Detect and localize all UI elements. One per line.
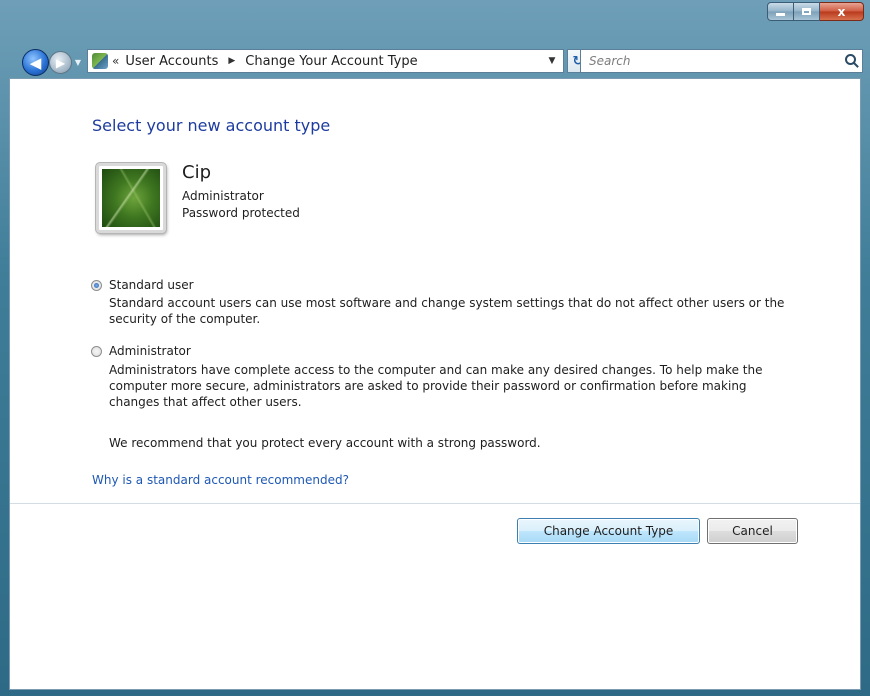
recent-pages-button[interactable]: ▼ [73, 56, 83, 68]
caption-buttons: x [767, 2, 864, 22]
search-icon[interactable] [842, 51, 862, 71]
radio-selected-dot [94, 282, 99, 288]
maximize-button[interactable] [794, 2, 820, 21]
administrator-description: Administrators have complete access to t… [109, 363, 763, 409]
password-recommendation: We recommend that you protect every acco… [109, 436, 541, 450]
breadcrumb-overflow-icon[interactable]: « [112, 54, 119, 68]
user-avatar [96, 163, 166, 233]
minimize-icon [776, 13, 785, 16]
minimize-button[interactable] [767, 2, 794, 21]
user-password-status: Password protected [182, 206, 300, 220]
content-pane: Select your new account type Cip Adminis… [9, 78, 861, 690]
title-bar[interactable]: x [0, 0, 870, 44]
user-name: Cip [182, 162, 211, 183]
standard-user-description: Standard account users can use most soft… [109, 296, 785, 326]
administrator-label[interactable]: Administrator [109, 344, 191, 358]
standard-user-label[interactable]: Standard user [109, 278, 194, 292]
close-button[interactable]: x [820, 2, 864, 21]
address-bar[interactable]: « User Accounts ▶ Change Your Account Ty… [87, 49, 564, 73]
breadcrumb-change-account-type[interactable]: Change Your Account Type [245, 54, 417, 69]
administrator-radio[interactable] [91, 345, 102, 357]
address-dropdown-button[interactable]: ▼ [541, 50, 563, 72]
back-button[interactable]: ◀ [22, 49, 49, 76]
navigation-bar: ◀ ▶ ▼ « User Accounts ▶ Change Your Acco… [0, 46, 870, 78]
page-title: Select your new account type [92, 116, 331, 135]
window: x ◀ ▶ ▼ « User Accounts ▶ Change Your Ac… [0, 0, 870, 696]
maximize-icon [802, 8, 811, 15]
search-box[interactable] [580, 49, 863, 73]
option-administrator[interactable]: Administrator [91, 344, 191, 358]
why-standard-account-link[interactable]: Why is a standard account recommended? [92, 473, 349, 487]
chevron-down-icon: ▼ [548, 56, 556, 66]
breadcrumb-user-accounts[interactable]: User Accounts [125, 54, 218, 69]
forward-arrow-icon: ▶ [55, 55, 66, 70]
chevron-down-icon: ▼ [74, 57, 82, 67]
cancel-button[interactable]: Cancel [707, 518, 798, 544]
search-handle [853, 62, 859, 68]
breadcrumb-separator-icon[interactable]: ▶ [228, 56, 235, 66]
divider [10, 503, 860, 504]
search-input[interactable] [581, 51, 842, 71]
user-picture [102, 169, 160, 227]
user-accounts-icon [92, 53, 108, 69]
change-account-type-button[interactable]: Change Account Type [517, 518, 700, 544]
back-arrow-icon: ◀ [29, 53, 42, 72]
forward-button[interactable]: ▶ [49, 51, 72, 74]
close-icon: x [837, 4, 846, 19]
option-standard-user[interactable]: Standard user [91, 278, 194, 292]
user-role: Administrator [182, 189, 264, 203]
standard-user-radio[interactable] [91, 279, 102, 291]
